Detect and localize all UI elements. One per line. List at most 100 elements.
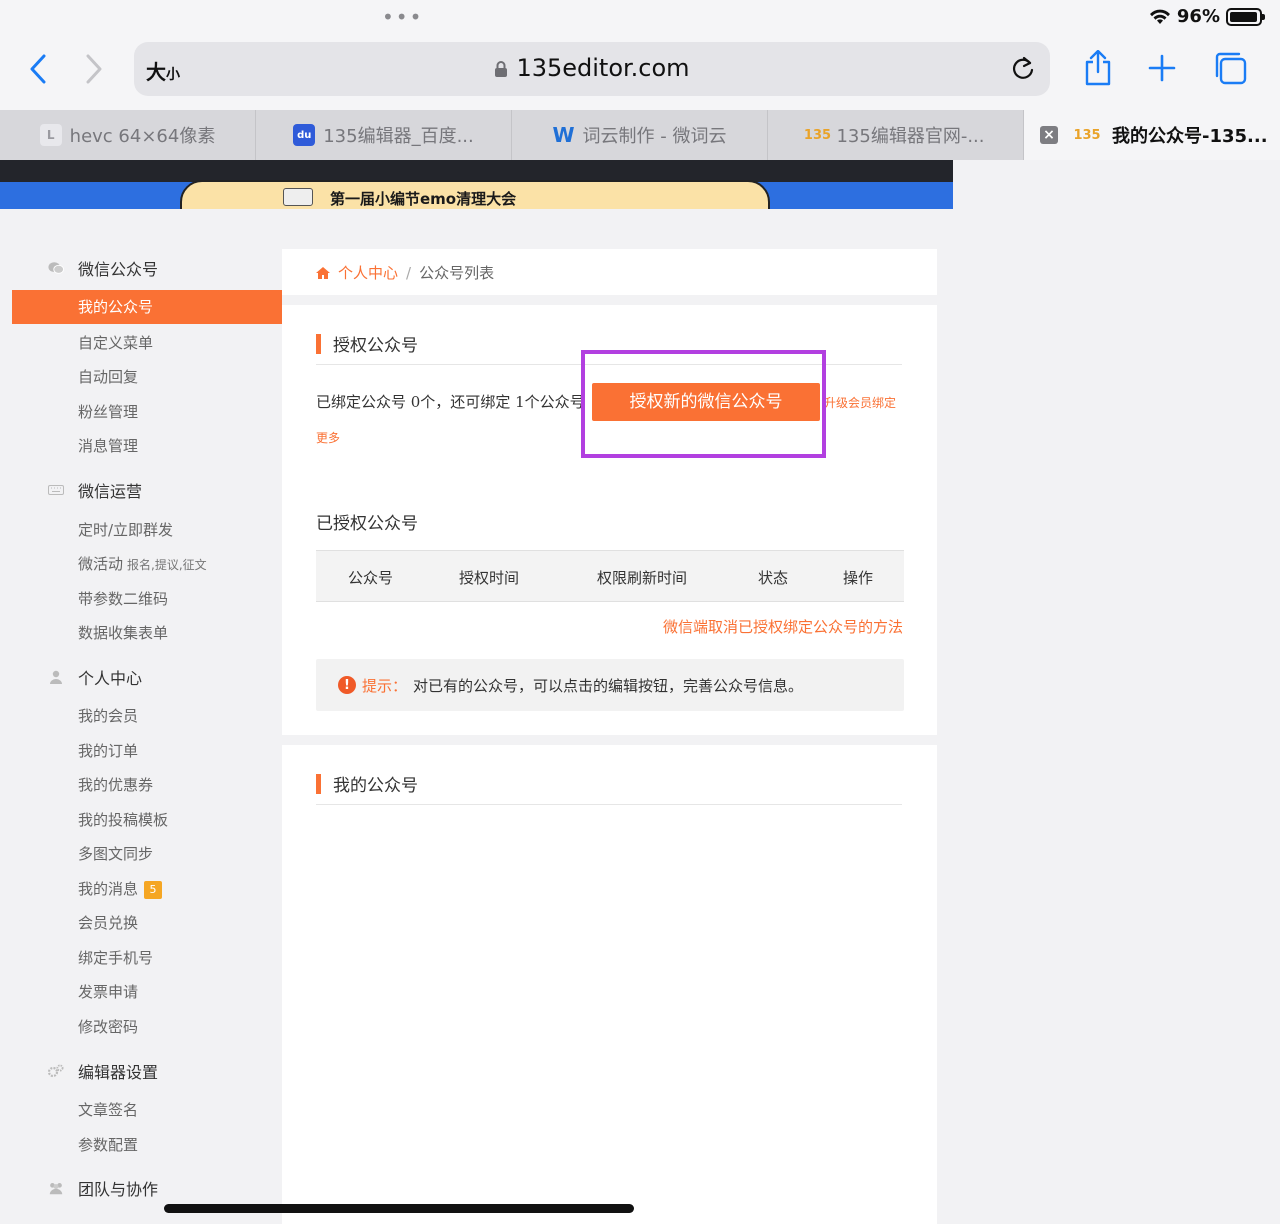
sidebar-group-label: 团队与协作 [78, 1180, 159, 1199]
gears-icon [48, 1063, 64, 1079]
sidebar-item-templates[interactable]: 我的投稿模板 [78, 809, 168, 830]
breadcrumb-home-link[interactable]: 个人中心 [338, 262, 398, 283]
wechat-icon [48, 260, 64, 276]
tab-title: 词云制作 - 微词云 [582, 126, 727, 147]
sidebar-item-invoice[interactable]: 发票申请 [78, 981, 138, 1002]
keyboard-icon [48, 482, 64, 498]
site-header-strip [0, 160, 953, 182]
sidebar-item-password[interactable]: 修改密码 [78, 1016, 138, 1037]
promo-banner[interactable]: 第一届小编节emo清理大会 [0, 160, 953, 209]
sidebar-item-messages[interactable]: 消息管理 [78, 435, 138, 456]
upgrade-link[interactable]: 升级会员绑定 [824, 394, 896, 411]
address-bar[interactable]: 大小 135editor.com [134, 42, 1050, 96]
column-header: 公众号 [348, 569, 394, 587]
sidebar-group-team[interactable]: 团队与协作 [48, 1176, 158, 1200]
sidebar-group-editor-settings[interactable]: 编辑器设置 [48, 1059, 158, 1083]
sidebar-item-my-accounts[interactable]: 我的公众号 [12, 290, 282, 324]
tab-favicon: L [39, 124, 62, 146]
sidebar-group-label: 个人中心 [78, 669, 143, 688]
sidebar-group-wechat[interactable]: 微信公众号 [48, 256, 158, 280]
my-accounts-card: 我的公众号 [282, 745, 937, 1224]
135-favicon-icon: 135 [1073, 127, 1101, 143]
bound-count-text: 已绑定公众号 0个，还可绑定 1个公众号 [316, 393, 585, 411]
more-link[interactable]: 更多 [316, 429, 340, 446]
breadcrumb: 个人中心 / 公众号列表 [282, 249, 937, 295]
breadcrumb-current: 公众号列表 [419, 264, 495, 282]
tab-135-official[interactable]: 135 135编辑器官网-... [768, 110, 1024, 160]
banner-text: 第一届小编节emo清理大会 [330, 190, 517, 208]
baidu-favicon-icon: du [293, 124, 316, 146]
section-accent-bar [316, 333, 321, 354]
sidebar-group-label: 微信运营 [78, 482, 143, 501]
tab-baidu[interactable]: du 135编辑器_百度... [256, 110, 512, 160]
tab-bar: L hevc 64×64像素 du 135编辑器_百度... W 词云制作 - … [0, 110, 1280, 160]
sidebar-item-micro-activity[interactable]: 微活动 报名,提议,征文 [78, 553, 207, 574]
column-header: 权限刷新时间 [597, 569, 688, 587]
home-icon [316, 266, 330, 279]
status-bar: 96% [1149, 6, 1265, 27]
sidebar-item-signature[interactable]: 文章签名 [78, 1099, 138, 1120]
sidebar-item-my-messages[interactable]: 我的消息 5 [78, 878, 163, 899]
sidebar-item-params[interactable]: 参数配置 [78, 1134, 138, 1155]
authorize-card: 授权公众号 已绑定公众号 0个，还可绑定 1个公众号 授权新的微信公众号 升级会… [282, 305, 937, 735]
wifi-icon [1149, 9, 1170, 24]
tab-my-accounts[interactable]: × 135 我的公众号-135... [1024, 110, 1280, 160]
new-tab-button[interactable] [1142, 48, 1182, 88]
share-icon [1085, 50, 1111, 86]
column-header: 操作 [843, 569, 874, 587]
message-count-badge: 5 [144, 880, 163, 899]
divider [316, 804, 902, 805]
sidebar-item-coupons[interactable]: 我的优惠券 [78, 774, 153, 795]
sidebar-item-scheduled-send[interactable]: 定时/立即群发 [78, 519, 173, 540]
column-header: 授权时间 [459, 569, 520, 587]
warning-icon: ! [338, 676, 356, 694]
sidebar-item-bind-phone[interactable]: 绑定手机号 [78, 947, 153, 968]
ciyun-favicon-icon: W [552, 123, 575, 147]
tab-title: hevc 64×64像素 [69, 126, 216, 147]
authorize-section-title: 授权公众号 [316, 331, 418, 356]
breadcrumb-separator: / [406, 263, 412, 282]
sidebar-item-custom-menu[interactable]: 自定义菜单 [78, 332, 153, 353]
authorized-section-title: 已授权公众号 [316, 514, 418, 534]
sidebar-item-multi-sync[interactable]: 多图文同步 [78, 843, 153, 864]
tab-title: 135编辑器官网-... [836, 126, 985, 147]
section-accent-bar [316, 773, 321, 794]
share-button[interactable] [1078, 48, 1118, 88]
cancel-method-link[interactable]: 微信端取消已授权绑定公众号的方法 [663, 616, 903, 637]
close-tab-icon[interactable]: × [1040, 126, 1058, 144]
sidebar-group-personal[interactable]: 个人中心 [48, 665, 142, 689]
tabs-icon [1215, 52, 1247, 85]
135-favicon-icon: 135 [803, 127, 832, 143]
plus-icon [1148, 54, 1176, 82]
user-icon [48, 669, 64, 685]
home-indicator[interactable] [164, 1204, 634, 1213]
keyboard-icon [283, 188, 313, 206]
tab-title: 135编辑器_百度... [323, 126, 474, 147]
sidebar-item-auto-reply[interactable]: 自动回复 [78, 366, 138, 387]
column-header: 状态 [758, 569, 789, 587]
lock-icon [495, 61, 508, 77]
tip-label: 提示： [362, 676, 408, 695]
sidebar-item-forms[interactable]: 数据收集表单 [78, 622, 168, 643]
my-accounts-section-title: 我的公众号 [316, 771, 418, 796]
url-text: 135editor.com [516, 54, 690, 82]
sidebar-item-fans[interactable]: 粉丝管理 [78, 401, 138, 422]
chevron-right-icon [86, 54, 102, 84]
highlight-annotation [581, 350, 826, 458]
tab-ciyun[interactable]: W 词云制作 - 微词云 [512, 110, 768, 160]
reload-button[interactable] [1010, 55, 1036, 85]
multitasking-handle[interactable]: ••• [382, 7, 423, 27]
team-icon [48, 1180, 64, 1196]
sidebar-item-redeem[interactable]: 会员兑换 [78, 912, 138, 933]
tab-overview-button[interactable] [1210, 48, 1250, 88]
back-button[interactable] [22, 50, 54, 88]
forward-button[interactable] [78, 50, 110, 88]
table-header: 公众号 授权时间 权限刷新时间 状态 操作 [316, 550, 904, 602]
sidebar-item-qrcode[interactable]: 带参数二维码 [78, 588, 168, 609]
sidebar-item-membership[interactable]: 我的会员 [78, 705, 138, 726]
sidebar-item-orders[interactable]: 我的订单 [78, 740, 138, 761]
sidebar-group-operations[interactable]: 微信运营 [48, 478, 142, 502]
tab-hevc[interactable]: L hevc 64×64像素 [0, 110, 256, 160]
tip-text: 对已有的公众号，可以点击的编辑按钮，完善公众号信息。 [413, 676, 804, 695]
battery-percent: 96% [1176, 6, 1220, 27]
